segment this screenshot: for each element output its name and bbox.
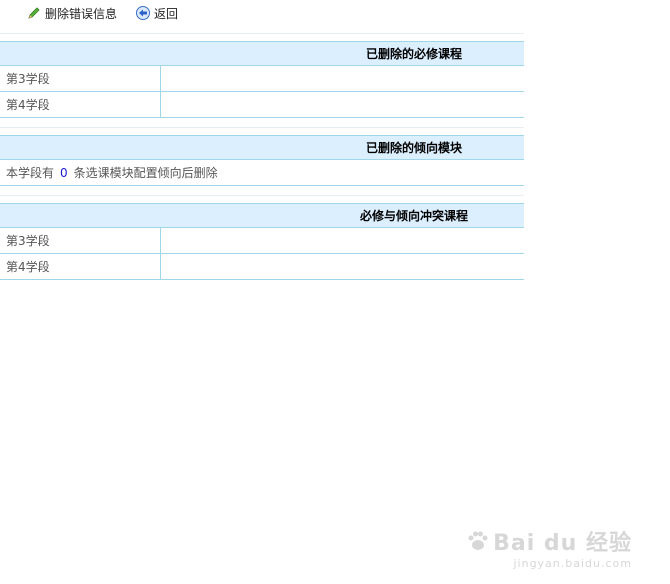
row-label: 第4学段 — [0, 92, 161, 117]
removed-required-section: 已删除的必修课程 第3学段 第4学段 — [0, 41, 524, 118]
removed-count: 0 — [60, 165, 68, 180]
status-message: 本学段有 0 条选课模块配置倾向后删除 — [0, 160, 524, 186]
row-label: 第3学段 — [0, 66, 161, 91]
section-divider — [0, 127, 524, 128]
row-value — [161, 92, 524, 117]
back-arrow-icon — [135, 5, 151, 21]
section-divider — [0, 195, 524, 196]
section-title: 必修与倾向冲突课程 — [0, 203, 524, 228]
row-label: 第4学段 — [0, 254, 161, 279]
message-suffix: 条选课模块配置倾向后删除 — [73, 166, 218, 180]
paw-icon — [468, 531, 488, 550]
conflict-section: 必修与倾向冲突课程 第3学段 第4学段 — [0, 203, 524, 280]
section-title: 已删除的必修课程 — [0, 41, 524, 66]
removed-tendency-section: 已删除的倾向模块 本学段有 0 条选课模块配置倾向后删除 — [0, 135, 524, 186]
table-row: 第3学段 — [0, 228, 524, 254]
delete-errors-button[interactable]: 删除错误信息 — [26, 0, 117, 26]
watermark: Bai du 经验 jingyan.baidu.com — [465, 525, 632, 570]
table-row: 第4学段 — [0, 254, 524, 280]
pencil-icon — [26, 5, 42, 21]
row-value — [161, 228, 524, 253]
toolbar-divider — [0, 33, 524, 34]
watermark-brand: Bai du 经验 — [465, 525, 632, 557]
toolbar: 删除错误信息 返回 — [0, 0, 524, 26]
section-title: 已删除的倾向模块 — [0, 135, 524, 160]
table-row: 第3学段 — [0, 66, 524, 92]
row-value — [161, 66, 524, 91]
message-prefix: 本学段有 — [6, 166, 55, 180]
row-value — [161, 254, 524, 279]
watermark-url: jingyan.baidu.com — [513, 557, 632, 570]
delete-errors-label: 删除错误信息 — [45, 6, 118, 21]
watermark-brand-text: Bai du 经验 — [493, 531, 632, 556]
back-label: 返回 — [154, 6, 179, 21]
table-row: 第4学段 — [0, 92, 524, 118]
back-button[interactable]: 返回 — [135, 0, 178, 26]
row-label: 第3学段 — [0, 228, 161, 253]
